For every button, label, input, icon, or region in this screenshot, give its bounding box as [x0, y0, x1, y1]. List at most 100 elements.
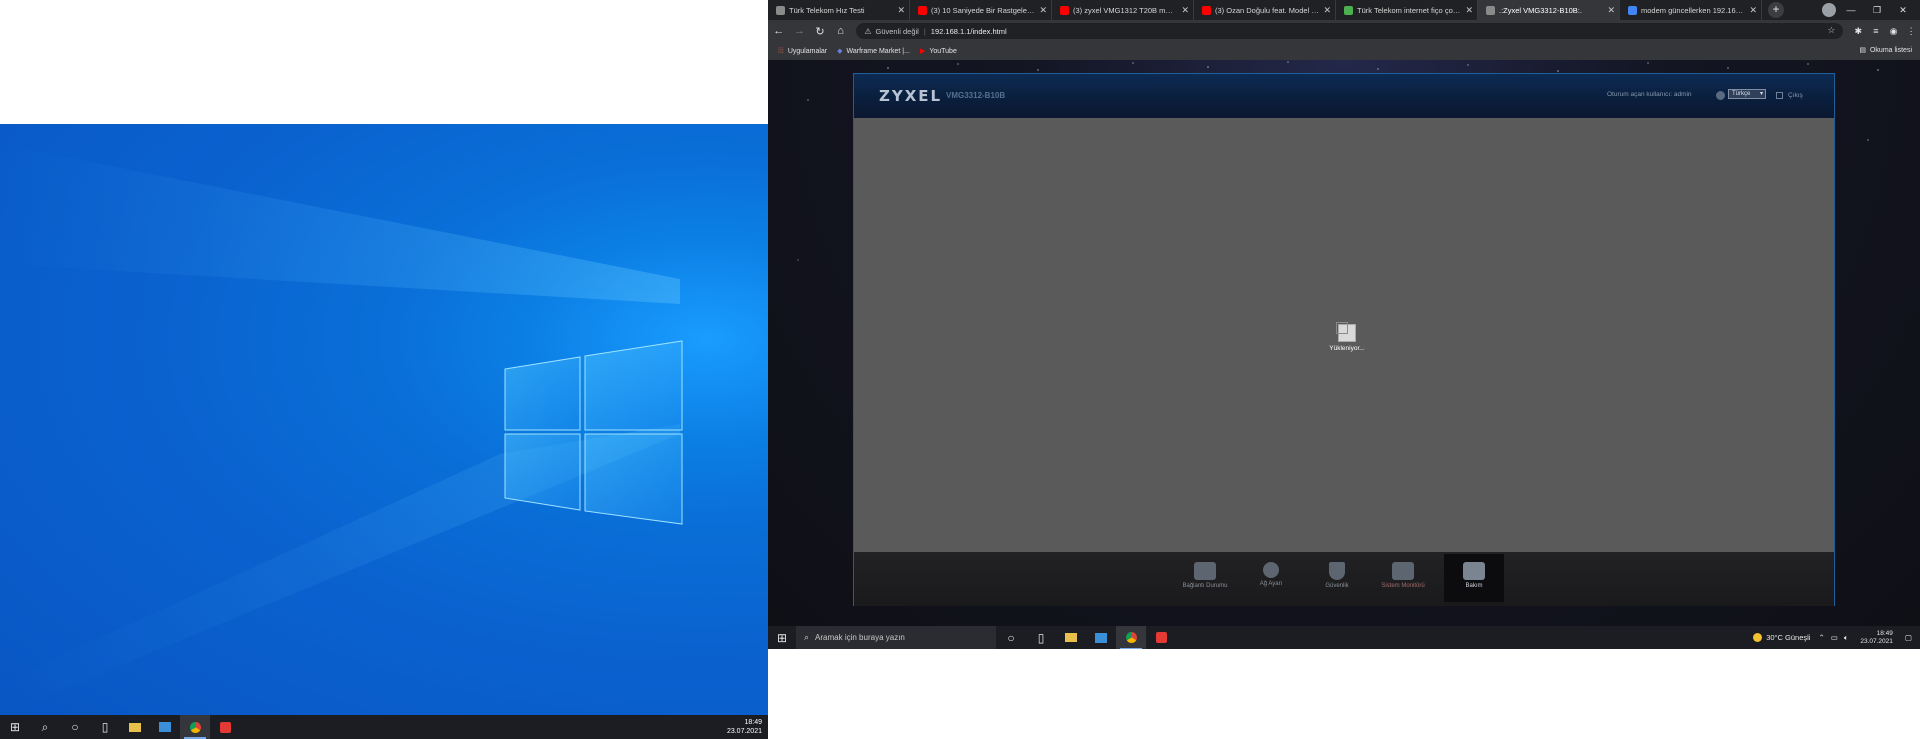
new-tab-button[interactable]: + — [1768, 2, 1784, 18]
tab-close-icon[interactable]: ✕ — [1749, 5, 1757, 15]
menu-kebab-icon[interactable]: ⋮ — [1902, 21, 1920, 41]
logo-pane-br — [584, 433, 683, 525]
tab-favicon-icon — [1344, 5, 1353, 15]
nav-security[interactable]: Güvenlik — [1307, 558, 1367, 600]
not-secure-warning-icon[interactable]: ⚠ — [864, 27, 871, 36]
notifications-icon[interactable]: ▢ — [1905, 633, 1912, 642]
profile-avatar[interactable] — [1822, 3, 1836, 17]
nav-system-monitor[interactable]: Sistem Monitörü — [1373, 558, 1433, 600]
weather-widget[interactable]: 30°C Güneşli — [1753, 633, 1810, 642]
router-header: ZYXEL VMG3312-B10B Oturum açan kullanıcı… — [854, 74, 1834, 118]
minimize-icon[interactable]: — — [1838, 0, 1864, 20]
bookmark-star-icon[interactable]: ☆ — [1827, 25, 1835, 36]
blue-app-icon[interactable] — [1086, 626, 1116, 650]
language-value: Türkçe — [1732, 91, 1751, 97]
browser-tab[interactable]: (3) Ozan Doğulu feat. Model - D... ✕ — [1194, 0, 1336, 20]
tab-close-icon[interactable]: ✕ — [1323, 5, 1331, 15]
page-content: ZYXEL VMG3312-B10B Oturum açan kullanıcı… — [768, 60, 1920, 626]
vivaldi-icon[interactable] — [1146, 626, 1176, 650]
tray-chevron-up-icon[interactable]: ⌃ — [1818, 633, 1824, 642]
right-taskbar-clock[interactable]: 18:49 23.07.2021 — [1860, 630, 1893, 646]
nav-maintenance[interactable]: Bakım — [1444, 554, 1504, 602]
bookmark-apps[interactable]: ⁞⁞⁞ Uygulamalar — [778, 48, 827, 55]
windows-start-icon[interactable]: ⊞ — [768, 626, 796, 650]
weather-text: 30°C Güneşli — [1766, 633, 1811, 642]
bookmark-warframe-market[interactable]: ◆ Warframe Market |... — [837, 47, 910, 56]
tab-strip: Türk Telekom Hız Testi ✕ (3) 10 Saniyede B… — [768, 0, 1920, 20]
home-icon[interactable]: ⌂ — [831, 21, 851, 41]
security-label[interactable]: Güvenli değil — [875, 27, 918, 36]
reading-list-button[interactable]: ▤ Okuma listesi — [1859, 46, 1912, 55]
network-icon[interactable]: ▭ — [1831, 633, 1838, 642]
left-clock-date: 23.07.2021 — [726, 728, 762, 735]
media-control-icon[interactable]: ≡ — [1867, 21, 1885, 41]
forward-icon[interactable]: → — [790, 21, 810, 41]
browser-tab[interactable]: (3) zyxel VMG1312 T20B modem... ✕ — [1052, 0, 1194, 20]
browser-tab[interactable]: Türk Telekom Hız Testi ✕ — [768, 0, 910, 20]
router-bottom-nav: Bağlantı Durumu Ağ Ayarı Güvenlik Sistem… — [854, 552, 1834, 606]
nav-network-settings[interactable]: Ağ Ayarı — [1241, 558, 1301, 600]
tab-close-icon[interactable]: ✕ — [1465, 5, 1473, 15]
maintenance-icon — [1463, 562, 1485, 580]
logout-icon[interactable] — [1776, 92, 1783, 99]
tab-title: (3) 10 Saniyede Bir Rastgele Feli... — [931, 5, 1035, 15]
browser-tab[interactable]: .:Zyxel VMG3312-B10B:. ✕ — [1478, 0, 1620, 20]
vivaldi-icon[interactable] — [210, 715, 240, 739]
chrome-icon[interactable] — [1116, 625, 1146, 649]
tab-close-icon[interactable]: ✕ — [1181, 5, 1189, 15]
volume-icon[interactable]: 🔈︎ — [1844, 633, 1849, 643]
tab-title: (3) zyxel VMG1312 T20B modem... — [1073, 5, 1177, 15]
browser-tab[interactable]: Türk Telekom internet fiço çok y... ✕ — [1336, 0, 1478, 20]
tab-title: Türk Telekom internet fiço çok y... — [1357, 5, 1461, 15]
tab-title: .:Zyxel VMG3312-B10B:. — [1499, 5, 1582, 15]
nav-connection-status[interactable]: Bağlantı Durumu — [1175, 558, 1235, 600]
bookmarks-bar: ⁞⁞⁞ Uygulamalar ◆ Warframe Market |... ▶… — [768, 42, 1920, 60]
extensions-puzzle-icon[interactable]: ✱ — [1849, 21, 1867, 41]
browser-tab[interactable]: (3) 10 Saniyede Bir Rastgele Feli... ✕ — [910, 0, 1052, 20]
left-taskbar-clock[interactable]: 18:49 23.07.2021 — [727, 718, 762, 736]
language-select[interactable]: Türkçe ▾ — [1728, 89, 1766, 99]
task-view-icon[interactable]: ▯ — [1026, 626, 1056, 650]
router-frame: ZYXEL VMG3312-B10B Oturum açan kullanıcı… — [853, 73, 1835, 606]
close-window-icon[interactable]: ✕ — [1890, 0, 1916, 20]
taskbar-search[interactable]: ⌕ Aramak için buraya yazın — [796, 626, 996, 649]
tab-favicon-icon — [1486, 5, 1495, 15]
loading-text: Yükleniyor... — [1329, 345, 1365, 352]
profile-icon[interactable]: ◉ — [1885, 21, 1903, 41]
back-icon[interactable]: ← — [769, 21, 789, 41]
browser-tab[interactable]: modem güncellerken 192.168.1... ✕ — [1620, 0, 1762, 20]
loading-icon — [1336, 322, 1356, 342]
maximize-icon[interactable]: ❐ — [1864, 0, 1890, 20]
windows-wallpaper — [0, 144, 683, 715]
windows-start-icon[interactable]: ⊞ — [0, 715, 30, 739]
nav-label: Sistem Monitörü — [1381, 583, 1425, 589]
right-clock-date: 23.07.2021 — [1860, 637, 1893, 645]
nav-label: Ağ Ayarı — [1259, 581, 1283, 587]
logo-pane-tl — [504, 356, 581, 431]
cortana-icon[interactable]: ○ — [60, 715, 90, 739]
address-bar[interactable]: ⚠ Güvenli değil | 192.168.1.1/index.html… — [856, 23, 1844, 39]
reload-icon[interactable]: ↻ — [810, 21, 830, 41]
logout-link[interactable]: Çıkış — [1788, 92, 1803, 99]
tab-close-icon[interactable]: ✕ — [1039, 5, 1047, 15]
file-explorer-icon[interactable] — [1056, 626, 1086, 650]
task-view-icon[interactable]: ▯ — [90, 715, 120, 739]
url-text[interactable]: 192.168.1.1/index.html — [931, 27, 1007, 36]
right-taskbar: ⊞ ⌕ Aramak için buraya yazın ○ ▯ 30°C Gü… — [768, 625, 1920, 650]
bookmark-youtube[interactable]: ▶ YouTube — [920, 47, 957, 56]
blue-app-icon[interactable] — [150, 715, 180, 739]
tab-close-icon[interactable]: ✕ — [897, 5, 905, 15]
tab-close-icon[interactable]: ✕ — [1607, 5, 1615, 15]
tab-favicon-icon — [918, 5, 927, 15]
search-icon[interactable]: ⌕ — [30, 715, 60, 739]
chrome-icon[interactable] — [180, 715, 210, 739]
file-explorer-icon[interactable] — [120, 715, 150, 739]
loading-indicator: Yükleniyor... — [1322, 322, 1372, 352]
system-tray: 30°C Güneşli ⌃ ▭ 🔈︎ 18:49 23.07.2021 ▢ — [1753, 626, 1920, 649]
right-monitor: Türk Telekom Hız Testi ✕ (3) 10 Saniyede B… — [768, 0, 1920, 649]
tab-favicon-icon — [1060, 5, 1069, 15]
cortana-icon[interactable]: ○ — [996, 626, 1026, 650]
nav-label: Güvenlik — [1325, 583, 1349, 589]
right-clock-time: 18:49 — [1876, 629, 1893, 637]
browser-toolbar: ← → ↻ ⌂ ⚠ Güvenli değil | 192.168.1.1/in… — [768, 20, 1920, 42]
